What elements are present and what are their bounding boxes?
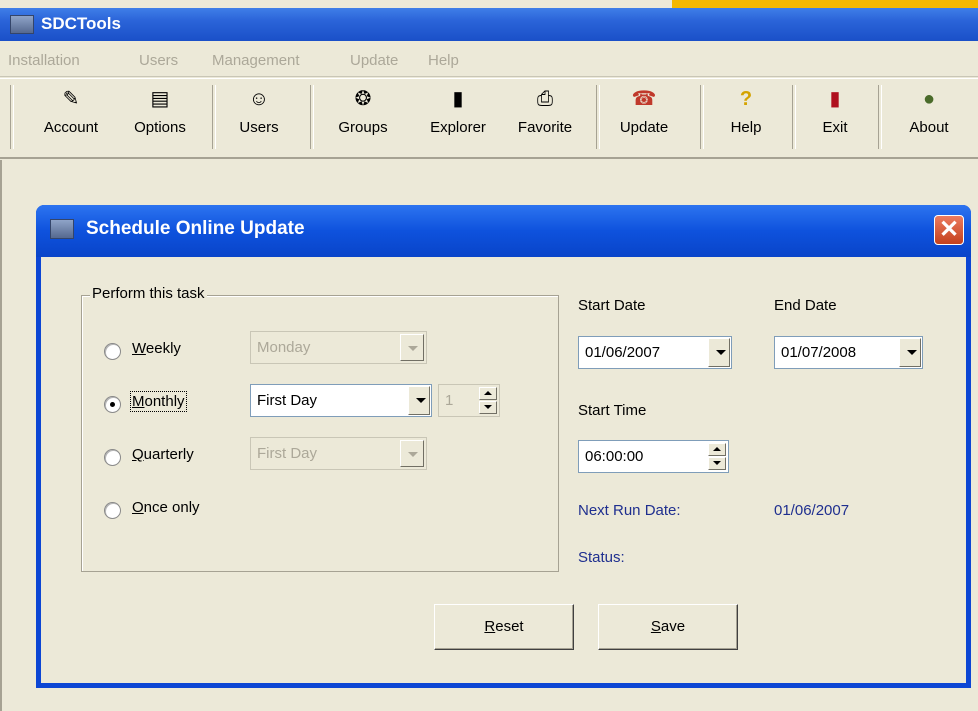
spin-up-icon[interactable]	[708, 443, 726, 456]
favorite-icon: ⎙	[537, 88, 553, 110]
toolbar-separator	[212, 85, 216, 149]
group-label: Perform this task	[90, 285, 207, 302]
close-icon: ✕	[938, 216, 960, 243]
chevron-down-icon	[400, 334, 424, 361]
weekly-label[interactable]: Weekly	[132, 340, 181, 357]
spin-up-icon[interactable]	[479, 387, 497, 400]
quarterly-day-select[interactable]: First Day	[250, 437, 427, 470]
groups-icon: ❂	[354, 88, 372, 110]
chevron-down-icon	[899, 338, 921, 367]
start-date-picker[interactable]: 01/06/2007	[578, 336, 732, 369]
status-label: Status:	[578, 549, 625, 566]
toolbar-account-button[interactable]: ✎ Account	[30, 87, 112, 149]
background-strip	[672, 0, 978, 8]
start-time-spinner[interactable]: 06:00:00	[578, 440, 729, 473]
toolbar-separator	[792, 85, 796, 149]
title-bar: SDCTools	[0, 8, 978, 41]
next-run-date-label: Next Run Date:	[578, 502, 681, 519]
dialog-app-icon	[50, 219, 74, 239]
app-title: SDCTools	[41, 14, 121, 33]
globe-icon: ●	[922, 88, 936, 110]
toolbar-separator	[878, 85, 882, 149]
toolbar-separator	[596, 85, 600, 149]
dialog-title-bar: Schedule Online Update ✕	[36, 205, 971, 257]
weekly-day-select[interactable]: Monday	[250, 331, 427, 364]
question-icon: ?	[739, 88, 753, 110]
monthly-label[interactable]: Monthly	[130, 391, 187, 412]
toolbar-groups-button[interactable]: ❂ Groups	[330, 87, 396, 149]
once-only-label[interactable]: Once only	[132, 499, 200, 516]
toolbar-separator	[310, 85, 314, 149]
start-date-label: Start Date	[578, 297, 646, 314]
toolbar-update-button[interactable]: ☎ Update	[606, 87, 682, 149]
schedule-dialog: Schedule Online Update ✕ Perform this ta…	[36, 205, 971, 688]
save-button[interactable]: Save	[598, 604, 738, 650]
monthly-day-spinner[interactable]: 1	[438, 384, 500, 417]
toolbar-exit-button[interactable]: ▮ Exit	[808, 87, 862, 149]
weekly-radio[interactable]	[104, 343, 121, 360]
toolbar-favorite-button[interactable]: ⎙ Favorite	[505, 87, 585, 149]
window-edge	[0, 160, 2, 711]
next-run-date-value: 01/06/2007	[774, 502, 850, 519]
dialog-body: Perform this task Weekly Monday Monthly …	[41, 257, 966, 683]
close-button[interactable]: ✕	[934, 215, 964, 245]
perform-task-group: Perform this task Weekly Monday Monthly …	[81, 285, 559, 572]
toolbar-about-button[interactable]: ● About	[896, 87, 962, 149]
toolbar-options-button[interactable]: ▤ Options	[124, 87, 196, 149]
spin-down-icon[interactable]	[708, 457, 726, 470]
door-icon: ▮	[829, 88, 841, 110]
quarterly-label[interactable]: Quarterly	[132, 446, 194, 463]
menu-help[interactable]: Help	[428, 52, 459, 69]
dialog-title: Schedule Online Update	[86, 218, 305, 239]
printer-icon: ▤	[150, 88, 170, 110]
explorer-icon: ▮	[452, 88, 464, 110]
phone-icon: ☎	[631, 88, 657, 110]
toolbar-explorer-button[interactable]: ▮ Explorer	[418, 87, 498, 149]
menu-bar: Installation Users Management Update Hel…	[0, 42, 978, 77]
menu-update[interactable]: Update	[350, 52, 398, 69]
toolbar-help-button[interactable]: ? Help	[720, 87, 772, 149]
toolbar-separator	[10, 85, 14, 149]
account-icon: ✎	[62, 88, 80, 110]
once-only-radio[interactable]	[104, 502, 121, 519]
reset-button[interactable]: Reset	[434, 604, 574, 650]
users-icon: ☺	[248, 88, 270, 110]
menu-users[interactable]: Users	[139, 52, 178, 69]
monthly-radio[interactable]	[104, 396, 121, 413]
quarterly-radio[interactable]	[104, 449, 121, 466]
menu-installation[interactable]: Installation	[8, 52, 80, 69]
toolbar: ✎ Account ▤ Options ☺ Users ❂ Groups ▮ E…	[0, 78, 978, 159]
chevron-down-icon	[400, 440, 424, 467]
app-window: SDCTools Installation Users Management U…	[0, 0, 978, 711]
menu-management[interactable]: Management	[212, 52, 300, 69]
app-icon	[10, 15, 34, 34]
end-date-label: End Date	[774, 297, 837, 314]
monthly-day-select[interactable]: First Day	[250, 384, 432, 417]
end-date-picker[interactable]: 01/07/2008	[774, 336, 923, 369]
toolbar-separator	[700, 85, 704, 149]
spin-down-icon[interactable]	[479, 401, 497, 414]
chevron-down-icon	[408, 386, 430, 415]
toolbar-users-button[interactable]: ☺ Users	[232, 87, 286, 149]
chevron-down-icon	[708, 338, 730, 367]
start-time-label: Start Time	[578, 402, 647, 419]
